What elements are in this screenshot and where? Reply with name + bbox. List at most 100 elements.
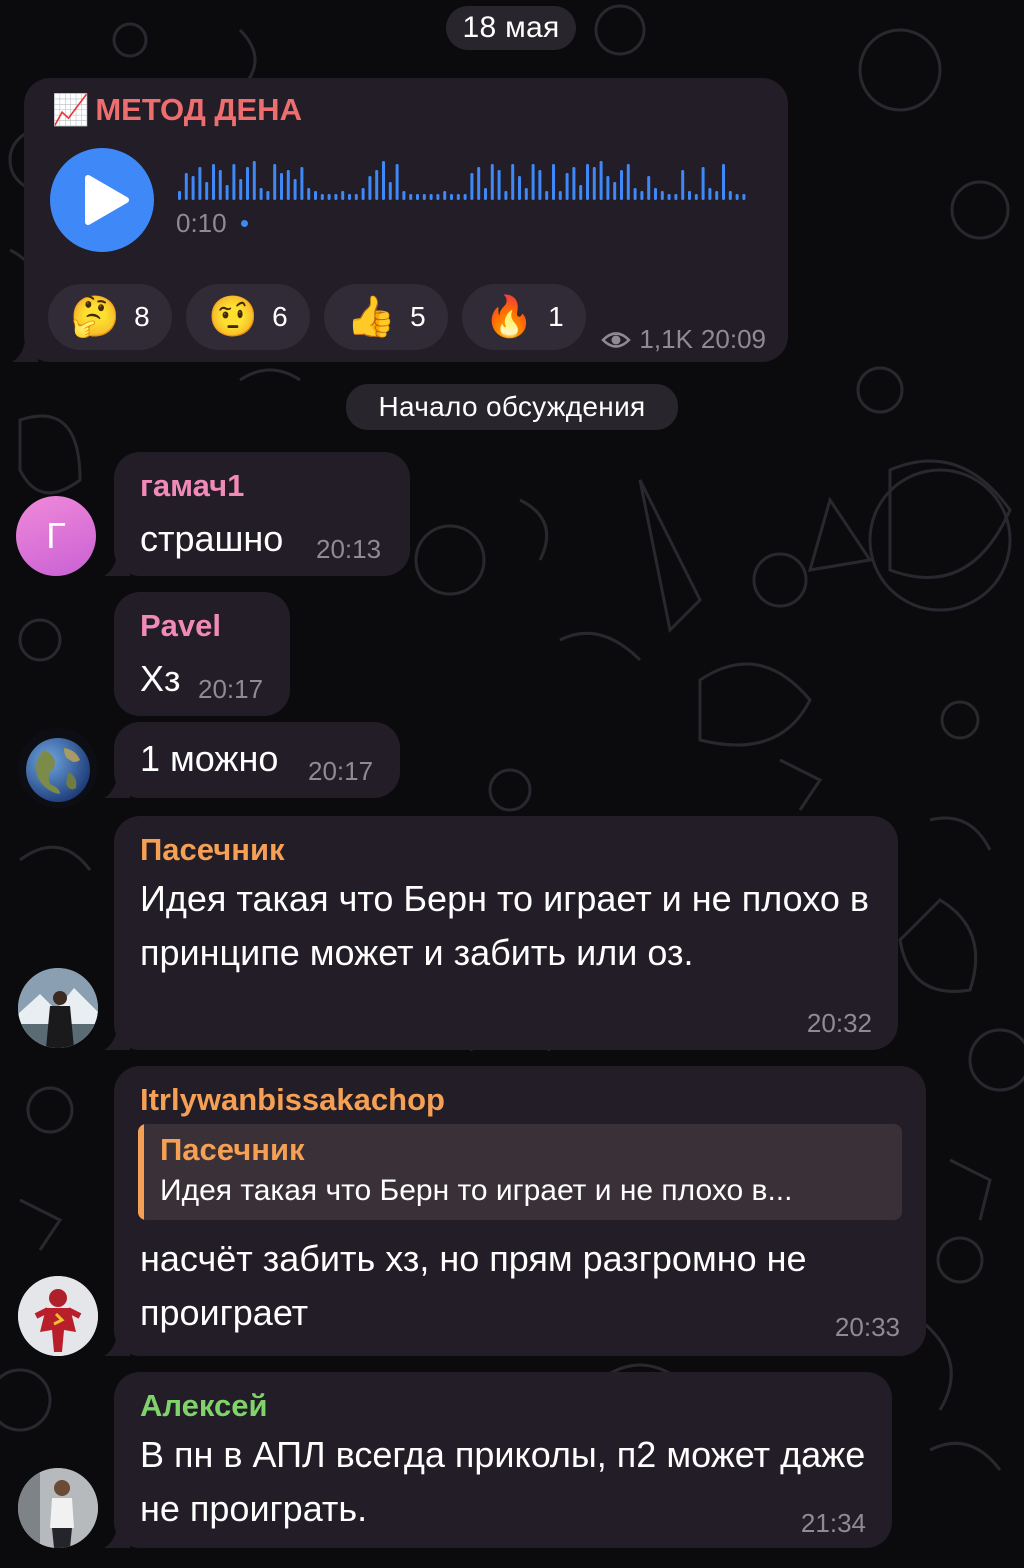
avatar[interactable] <box>18 1276 98 1356</box>
waveform-bar <box>280 173 283 200</box>
message-author[interactable]: гамач1 <box>140 468 244 504</box>
message-text: 1 можно <box>140 738 279 779</box>
waveform-bar <box>565 173 569 200</box>
waveform-bar <box>382 161 385 200</box>
play-button[interactable] <box>50 148 154 252</box>
reaction-fire[interactable]: 🔥 1 <box>462 284 586 350</box>
earth-avatar-image <box>26 738 90 802</box>
message-author[interactable]: Алексей <box>140 1388 268 1424</box>
waveform-bar <box>681 170 685 200</box>
waveform-bar <box>314 191 317 200</box>
waveform-bar <box>531 164 535 200</box>
waveform-bar <box>674 194 678 200</box>
waveform-bar <box>694 194 698 200</box>
avatar[interactable] <box>18 968 98 1048</box>
discussion-start-separator: Начало обсуждения <box>346 384 678 430</box>
waveform-bar <box>395 164 399 200</box>
post-title: 📈 МЕТОД ДЕНА <box>52 92 302 128</box>
waveform-bar <box>443 191 447 200</box>
waveform-bar <box>518 176 521 200</box>
message-bubble[interactable]: 1 можно 20:17 <box>114 722 400 798</box>
waveform-bar <box>178 191 181 200</box>
message-author[interactable]: Pavel <box>140 608 221 644</box>
waveform-bar <box>647 176 651 200</box>
message-bubble[interactable]: Пасечник Идея такая что Берн то играет и… <box>114 816 898 1050</box>
waveform-bar <box>708 188 712 200</box>
waveform-bar <box>484 188 487 200</box>
reaction-count: 5 <box>410 301 426 332</box>
reply-quote[interactable]: Пасечник Идея такая что Берн то играет и… <box>138 1124 902 1220</box>
message-text: страшно <box>140 518 284 559</box>
waveform-bar <box>606 176 610 200</box>
waveform-bar <box>225 185 229 200</box>
reaction-thinking[interactable]: 🤔 8 <box>48 284 172 350</box>
waveform-bar <box>416 194 419 200</box>
waveform-bar <box>497 170 501 200</box>
waveform-bar <box>232 164 236 200</box>
waveform-bar <box>592 167 596 200</box>
post-title-text: МЕТОД ДЕНА <box>95 92 302 127</box>
waveform-bar <box>558 191 562 200</box>
message-bubble[interactable]: гамач1 страшно 20:13 <box>114 452 410 576</box>
waveform-bar <box>456 194 460 200</box>
waveform-bar <box>354 194 358 200</box>
waveform-bar <box>640 191 644 200</box>
reaction-raised-eyebrow[interactable]: 🤨 6 <box>186 284 310 350</box>
avatar[interactable] <box>18 1468 98 1548</box>
waveform-bar <box>728 191 732 200</box>
waveform-bar <box>538 170 542 200</box>
waveform-bar <box>599 161 603 200</box>
waveform-bar <box>688 191 691 200</box>
waveform-bar <box>205 182 209 200</box>
waveform-bar <box>429 194 433 200</box>
waveform-bar <box>239 179 243 200</box>
channel-post-bubble[interactable]: 📈 МЕТОД ДЕНА 0:10 🤔 8 🤨 6 👍 5 🔥 1 1,1K 2… <box>24 78 788 362</box>
waveform-bar <box>613 182 617 200</box>
chart-increasing-icon: 📈 <box>52 93 90 127</box>
waveform-bar <box>654 188 657 200</box>
message-text: В пн в АПЛ всегда приколы, п2 может даже… <box>140 1434 866 1529</box>
reply-text: Идея такая что Берн то играет и не плохо… <box>160 1174 793 1207</box>
avatar[interactable]: Г <box>16 496 96 576</box>
message-time: 20:33 <box>834 1312 900 1342</box>
message-bubble[interactable]: Itrlywanbissakachop Пасечник Идея такая … <box>114 1066 926 1356</box>
waveform-bar <box>477 167 481 200</box>
message-time: 21:34 <box>800 1508 866 1538</box>
reaction-count: 1 <box>548 301 564 332</box>
date-separator: 18 мая <box>446 6 576 50</box>
voice-waveform[interactable] <box>178 158 750 204</box>
waveform-bar <box>293 179 297 200</box>
message-bubble[interactable]: Алексей В пн в АПЛ всегда приколы, п2 мо… <box>114 1372 892 1548</box>
thumbs-up-icon: 👍 <box>346 295 397 339</box>
waveform-bar <box>334 194 338 200</box>
reaction-thumbs-up[interactable]: 👍 5 <box>324 284 448 350</box>
waveform-bar <box>620 170 623 200</box>
waveform-bar <box>667 194 671 200</box>
waveform-bar <box>273 164 277 200</box>
message-time: 20:13 <box>316 534 382 564</box>
waveform-bar <box>375 170 379 200</box>
message-author[interactable]: Пасечник <box>140 832 285 868</box>
waveform-bar <box>320 194 324 200</box>
waveform-bar <box>660 191 664 200</box>
waveform-bar <box>184 173 188 200</box>
thinking-face-icon: 🤔 <box>70 295 121 339</box>
waveform-bar <box>436 194 440 200</box>
waveform-bar <box>633 188 637 200</box>
waveform-bar <box>545 191 549 200</box>
waveform-bar <box>450 194 453 200</box>
waveform-bar <box>715 191 719 200</box>
message-bubble[interactable]: Pavel Хз 20:17 <box>114 592 290 716</box>
waveform-bar <box>218 170 222 200</box>
avatar[interactable] <box>18 728 98 808</box>
waveform-bar <box>626 164 630 200</box>
reactions-row: 🤔 8 🤨 6 👍 5 🔥 1 <box>48 284 608 350</box>
waveform-bar <box>742 194 746 200</box>
message-author[interactable]: Itrlywanbissakachop <box>140 1082 445 1118</box>
waveform-bar <box>504 191 508 200</box>
fire-icon: 🔥 <box>484 295 535 339</box>
post-time: 20:09 <box>700 324 766 354</box>
post-meta: 1,1K 20:09 <box>601 324 766 355</box>
waveform-bar <box>212 164 215 200</box>
waveform-bar <box>246 167 249 200</box>
